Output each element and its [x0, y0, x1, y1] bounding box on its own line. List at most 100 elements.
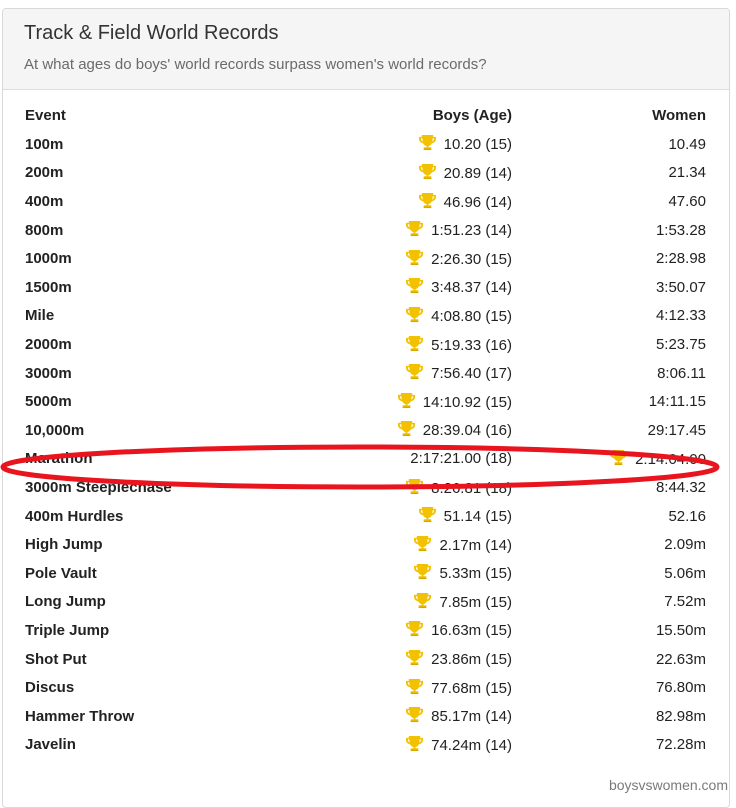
boys-record-value: 4:08.80 (15): [431, 307, 512, 325]
women-record-cell: 72.28m: [512, 731, 706, 760]
boys-record-value: 5:19.33 (16): [431, 336, 512, 354]
trophy-icon: [406, 306, 424, 323]
trophy-icon: [418, 135, 436, 151]
trophy-icon: [406, 221, 424, 237]
boys-record-value: 7.85m (15): [439, 593, 512, 611]
boys-record-value: 2:17:21.00 (18): [410, 450, 512, 468]
boys-record-cell: 46.96 (14): [275, 188, 512, 217]
event-cell: Shot Put: [25, 650, 87, 668]
boys-record-value: 16.63m (15): [431, 622, 512, 640]
trophy-icon: [414, 535, 432, 551]
event-cell: Triple Jump: [25, 621, 110, 639]
women-record-value: 3:50.07: [655, 278, 706, 296]
women-record-value: 29:17.45: [647, 421, 706, 439]
boys-record-value: 8:26.81 (18): [431, 479, 512, 497]
event-cell: 3000m Steeplechase: [25, 479, 172, 497]
boys-record-cell: 10.20 (15): [275, 131, 512, 160]
boys-record-cell: 16.63m (15): [275, 617, 512, 646]
trophy-icon: [406, 278, 424, 294]
boys-record-cell: 3:48.37 (14): [275, 274, 512, 303]
records-body: 100m 10.20 (15) 10.49 200m 20.89 (14) 21.34 40…: [25, 131, 706, 760]
column-header-event: Event: [25, 107, 66, 125]
boys-record-cell: 5.33m (15): [275, 560, 512, 589]
table-row: Shot Put 23.86m (15) 22.63m: [25, 645, 706, 674]
table-row: 3000m 7:56.40 (17) 8:06.11: [25, 359, 706, 388]
trophy-icon: [406, 650, 424, 666]
boys-record-value: 85.17m (14): [431, 708, 512, 726]
boys-record-value: 10.20 (15): [443, 136, 512, 154]
women-record-value: 15.50m: [655, 621, 706, 639]
trophy-icon: [414, 592, 432, 608]
women-record-cell: 76.80m: [512, 674, 706, 703]
women-record-value: 10.49: [668, 135, 706, 153]
event-cell: Mile: [25, 307, 55, 325]
women-record-cell: 3:50.07: [512, 274, 706, 303]
table-row: Triple Jump 16.63m (15) 15.50m: [25, 617, 706, 646]
boys-record-cell: 74.24m (14): [275, 731, 512, 760]
event-cell: 200m: [25, 164, 64, 182]
women-record-cell: 5.06m: [512, 560, 706, 589]
table-row: 400m 46.96 (14) 47.60: [25, 188, 706, 217]
women-record-cell: 7.52m: [512, 588, 706, 617]
trophy-icon: [406, 364, 424, 380]
table-row: Hammer Throw 85.17m (14) 82.98m: [25, 702, 706, 731]
event-cell: Pole Vault: [25, 564, 97, 582]
boys-record-cell: 28:39.04 (16): [275, 417, 512, 446]
boys-record-value: 51.14 (15): [443, 508, 512, 526]
event-cell: 10,000m: [25, 421, 85, 439]
table-row: 5000m 14:10.92 (15) 14:11.15: [25, 388, 706, 417]
event-cell: High Jump: [25, 536, 103, 554]
women-record-value: 52.16: [668, 507, 706, 525]
women-record-value: 8:44.32: [655, 479, 706, 497]
page-title: Track & Field World Records: [24, 22, 279, 44]
event-cell: 1500m: [25, 278, 72, 296]
boys-record-value: 3:48.37 (14): [431, 279, 512, 297]
trophy-icon: [610, 449, 628, 465]
women-record-cell: 8:44.32: [512, 474, 706, 503]
table-row: Pole Vault 5.33m (15) 5.06m: [25, 560, 706, 589]
women-record-value: 72.28m: [655, 736, 706, 754]
boys-record-cell: 23.86m (15): [275, 645, 512, 674]
women-record-cell: 8:06.11: [512, 359, 706, 388]
event-cell: 100m: [25, 135, 64, 153]
event-cell: 400m: [25, 193, 64, 211]
event-cell: Discus: [25, 679, 75, 697]
women-record-value: 21.34: [668, 164, 706, 182]
table-row: Javelin 74.24m (14) 72.28m: [25, 731, 706, 760]
women-record-value: 76.80m: [655, 679, 706, 697]
boys-record-cell: 2:17:21.00 (18): [275, 445, 512, 474]
women-record-value: 1:53.28: [655, 221, 706, 239]
trophy-icon: [397, 392, 415, 408]
trophy-icon: [406, 335, 424, 351]
trophy-icon: [418, 192, 436, 208]
boys-record-value: 46.96 (14): [443, 193, 512, 211]
table-row: 100m 10.20 (15) 10.49: [25, 131, 706, 160]
women-record-cell: 2:28.98: [512, 245, 706, 274]
card-header: Track & Field World Records At what ages…: [3, 9, 729, 90]
trophy-icon: [406, 678, 424, 694]
site-link[interactable]: boysvswomen.com: [609, 777, 728, 793]
boys-record-cell: 2:26.30 (15): [275, 245, 512, 274]
boys-record-value: 23.86m (15): [431, 651, 512, 669]
women-record-cell: 2.09m: [512, 531, 706, 560]
women-record-cell: 82.98m: [512, 702, 706, 731]
event-cell: Marathon: [25, 450, 93, 468]
boys-record-cell: 1:51.23 (14): [275, 216, 512, 245]
trophy-icon: [406, 249, 424, 265]
women-record-value: 22.63m: [655, 650, 706, 668]
table-row: 10,000m 28:39.04 (16) 29:17.45: [25, 417, 706, 446]
boys-record-value: 7:56.40 (17): [431, 365, 512, 383]
women-record-value: 47.60: [668, 193, 706, 211]
boys-record-cell: 7:56.40 (17): [275, 359, 512, 388]
boys-record-cell: 2.17m (14): [275, 531, 512, 560]
page-subtitle: At what ages do boys' world records surp…: [24, 56, 487, 73]
women-record-cell: 14:11.15: [512, 388, 706, 417]
column-header-boys: Boys (Age): [432, 107, 512, 125]
event-cell: 3000m: [25, 364, 72, 382]
event-cell: 2000m: [25, 336, 72, 354]
boys-record-cell: 51.14 (15): [275, 502, 512, 531]
event-cell: 1000m: [25, 250, 72, 268]
boys-record-value: 2:26.30 (15): [431, 250, 512, 268]
table-row: High Jump 2.17m (14) 2.09m: [25, 531, 706, 560]
boys-record-value: 1:51.23 (14): [431, 222, 512, 240]
